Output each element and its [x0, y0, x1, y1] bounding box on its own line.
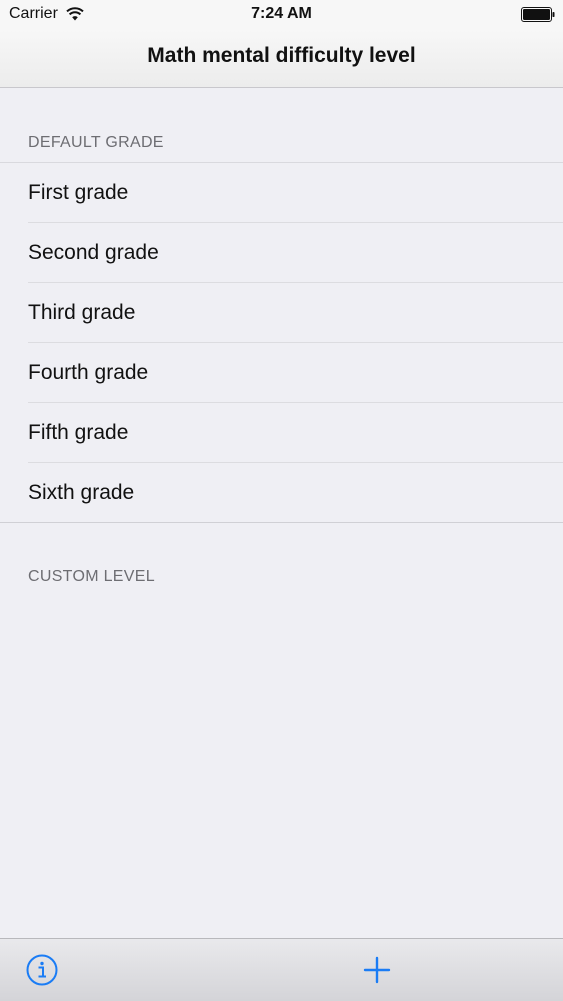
list-item-first-grade[interactable]: First grade: [0, 163, 563, 223]
bottom-toolbar: [0, 938, 563, 1001]
battery-icon: [521, 7, 555, 22]
info-button[interactable]: [20, 948, 64, 992]
grade-list: First grade Second grade Third grade Fou…: [0, 162, 563, 523]
list-item-sixth-grade[interactable]: Sixth grade: [0, 463, 563, 523]
list-item-label: First grade: [28, 181, 129, 204]
navigation-bar: Math mental difficulty level: [0, 30, 563, 88]
list-item-third-grade[interactable]: Third grade: [0, 283, 563, 343]
section-header-default-grade: DEFAULT GRADE: [28, 134, 164, 151]
list-item-label: Third grade: [28, 301, 136, 324]
list-item-fourth-grade[interactable]: Fourth grade: [0, 343, 563, 403]
page-title: Math mental difficulty level: [147, 44, 416, 67]
plus-icon: [363, 956, 391, 984]
list-item-label: Fifth grade: [28, 421, 129, 444]
list-item-label: Second grade: [28, 241, 159, 264]
section-header-custom-level: CUSTOM LEVEL: [28, 568, 155, 585]
list-item-second-grade[interactable]: Second grade: [0, 223, 563, 283]
info-icon: [26, 954, 58, 986]
list-item-label: Fourth grade: [28, 361, 149, 384]
status-bar: Carrier 7:24 AM: [0, 0, 563, 30]
clock: 7:24 AM: [251, 5, 312, 22]
add-button[interactable]: [355, 948, 399, 992]
list-item-label: Sixth grade: [28, 480, 135, 504]
list-item-fifth-grade[interactable]: Fifth grade: [0, 403, 563, 463]
